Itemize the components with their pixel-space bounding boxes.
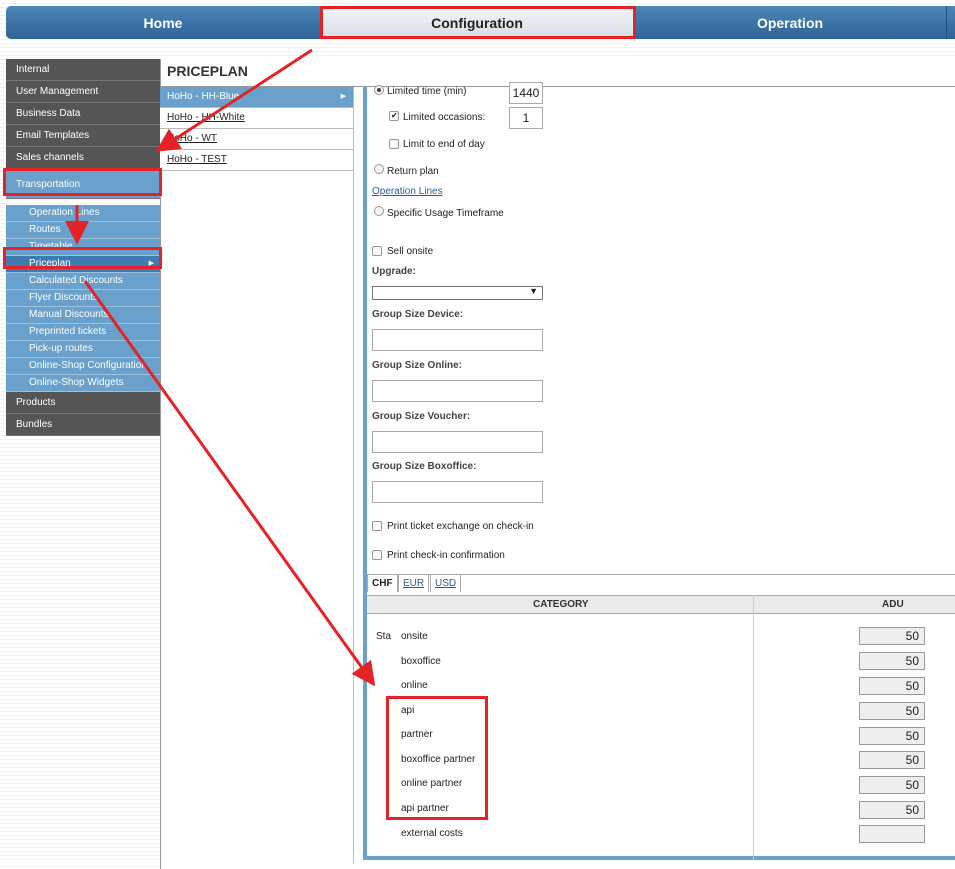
- group-size-device-label: Group Size Device:: [372, 309, 464, 320]
- column-header-adu: ADU: [882, 599, 904, 610]
- limited-time-input[interactable]: 1440: [509, 82, 543, 104]
- chevron-right-icon: ▶: [340, 93, 346, 100]
- price-input[interactable]: 50: [859, 776, 925, 794]
- group-size-boxoffice-label: Group Size Boxoffice:: [372, 461, 477, 472]
- chevron-right-icon: ▶: [148, 260, 154, 267]
- limited-occasions-label: Limited occasions:: [403, 112, 486, 123]
- table-row-category: partner: [401, 729, 433, 740]
- sidebar: Internal User Management Business Data E…: [6, 59, 160, 436]
- priceplan-list-border: [353, 87, 354, 863]
- sidebar-item-email-templates[interactable]: Email Templates: [6, 125, 160, 147]
- price-input[interactable]: 50: [859, 751, 925, 769]
- price-table-header: CATEGORY ADU: [367, 595, 955, 614]
- table-column-divider: [753, 595, 754, 860]
- tab-operation[interactable]: Operation: [634, 6, 947, 39]
- group-size-online-label: Group Size Online:: [372, 360, 463, 371]
- page-title: PRICEPLAN: [167, 63, 248, 79]
- sell-onsite-checkbox[interactable]: [372, 246, 382, 256]
- column-header-category: CATEGORY: [533, 599, 589, 610]
- priceplan-item[interactable]: HoHo - HH-Blue ▶: [160, 87, 354, 108]
- priceplan-item-label: HoHo - HH-Blue: [167, 91, 240, 102]
- operation-lines-link[interactable]: Operation Lines: [372, 186, 443, 197]
- tab-home[interactable]: Home: [6, 6, 321, 39]
- price-input[interactable]: 50: [859, 677, 925, 695]
- row-group-label: Sta: [376, 631, 392, 642]
- price-input[interactable]: 50: [859, 801, 925, 819]
- sidebar-subitem-routes[interactable]: Routes: [6, 222, 160, 239]
- tab-chf[interactable]: CHF: [367, 574, 398, 592]
- limited-time-radio[interactable]: [374, 85, 384, 95]
- price-input[interactable]: [859, 825, 925, 843]
- group-size-device-input[interactable]: [372, 329, 543, 351]
- priceplan-list: HoHo - HH-Blue ▶ HoHo - HH-White HoHo - …: [160, 87, 354, 171]
- sidebar-item-sales-channels[interactable]: Sales channels: [6, 147, 160, 169]
- table-row-category: boxoffice: [401, 656, 441, 667]
- sidebar-item-business-data[interactable]: Business Data: [6, 103, 160, 125]
- sidebar-item-bundles[interactable]: Bundles: [6, 414, 160, 436]
- limit-end-of-day-checkbox[interactable]: [389, 139, 399, 149]
- priceplan-item[interactable]: HoHo - WT: [160, 129, 354, 150]
- dropdown-arrow-icon: ▼: [529, 286, 538, 296]
- specific-usage-label: Specific Usage Timeframe: [387, 208, 504, 219]
- sidebar-subitem-pickup-routes[interactable]: Pick-up routes: [6, 341, 160, 358]
- table-row-category: external costs: [401, 828, 463, 839]
- priceplan-item[interactable]: HoHo - TEST: [160, 150, 354, 171]
- group-size-voucher-input[interactable]: [372, 431, 543, 453]
- sell-onsite-label: Sell onsite: [387, 246, 434, 257]
- table-row-category: online partner: [401, 778, 463, 789]
- table-row-category: api partner: [401, 803, 449, 814]
- return-plan-label: Return plan: [387, 166, 439, 177]
- limited-occasions-input[interactable]: 1: [509, 107, 543, 129]
- tab-eur[interactable]: EUR: [398, 574, 430, 592]
- price-input[interactable]: 50: [859, 652, 925, 670]
- sidebar-item-internal[interactable]: Internal: [6, 59, 160, 81]
- top-navigation: Home Configuration Operation: [6, 6, 955, 39]
- print-confirmation-label: Print check-in confirmation: [387, 550, 505, 561]
- limited-occasions-checkbox[interactable]: [389, 111, 399, 121]
- tab-usd[interactable]: USD: [430, 574, 462, 592]
- group-size-online-input[interactable]: [372, 380, 543, 402]
- limited-time-label: Limited time (min): [387, 86, 467, 97]
- sidebar-item-user-management[interactable]: User Management: [6, 81, 160, 103]
- sidebar-subitem-priceplan-label: Priceplan: [29, 258, 71, 269]
- sidebar-subitem-flyer-discounts[interactable]: Flyer Discounts: [6, 290, 160, 307]
- upgrade-label: Upgrade:: [372, 266, 416, 277]
- limit-end-of-day-label: Limit to end of day: [403, 139, 485, 150]
- return-plan-radio[interactable]: [374, 164, 384, 174]
- sidebar-subitem-timetable[interactable]: Timetable: [6, 239, 160, 256]
- upgrade-select[interactable]: ▼: [372, 286, 543, 300]
- sidebar-subitem-operation-lines[interactable]: Operation Lines: [6, 205, 160, 222]
- print-exchange-checkbox[interactable]: [372, 521, 382, 531]
- sidebar-subitem-manual-discounts[interactable]: Manual Discounts: [6, 307, 160, 324]
- group-size-boxoffice-input[interactable]: [372, 481, 543, 503]
- print-exchange-label: Print ticket exchange on check-in: [387, 521, 534, 532]
- priceplan-item[interactable]: HoHo - HH-White: [160, 108, 354, 129]
- print-confirmation-checkbox[interactable]: [372, 550, 382, 560]
- tab-configuration[interactable]: Configuration: [321, 6, 634, 39]
- sidebar-item-products[interactable]: Products: [6, 392, 160, 414]
- table-row-category: onsite: [401, 631, 428, 642]
- price-input[interactable]: 50: [859, 702, 925, 720]
- table-row-category: api: [401, 705, 415, 716]
- sidebar-subitem-priceplan[interactable]: Priceplan ▶: [6, 256, 160, 273]
- sidebar-subitem-online-shop-widgets[interactable]: Online-Shop Widgets: [6, 375, 160, 392]
- specific-usage-radio[interactable]: [374, 206, 384, 216]
- sidebar-item-transportation[interactable]: Transportation: [6, 171, 160, 199]
- sidebar-subitem-preprinted-tickets[interactable]: Preprinted tickets: [6, 324, 160, 341]
- table-row-category: online: [401, 680, 428, 691]
- price-input[interactable]: 50: [859, 727, 925, 745]
- table-row-category: boxoffice partner: [401, 754, 476, 765]
- group-size-voucher-label: Group Size Voucher:: [372, 411, 471, 422]
- sidebar-subitem-calculated-discounts[interactable]: Calculated Discounts: [6, 273, 160, 290]
- sidebar-subitem-online-shop-configuration[interactable]: Online-Shop Configuration: [6, 358, 160, 375]
- price-input[interactable]: 50: [859, 627, 925, 645]
